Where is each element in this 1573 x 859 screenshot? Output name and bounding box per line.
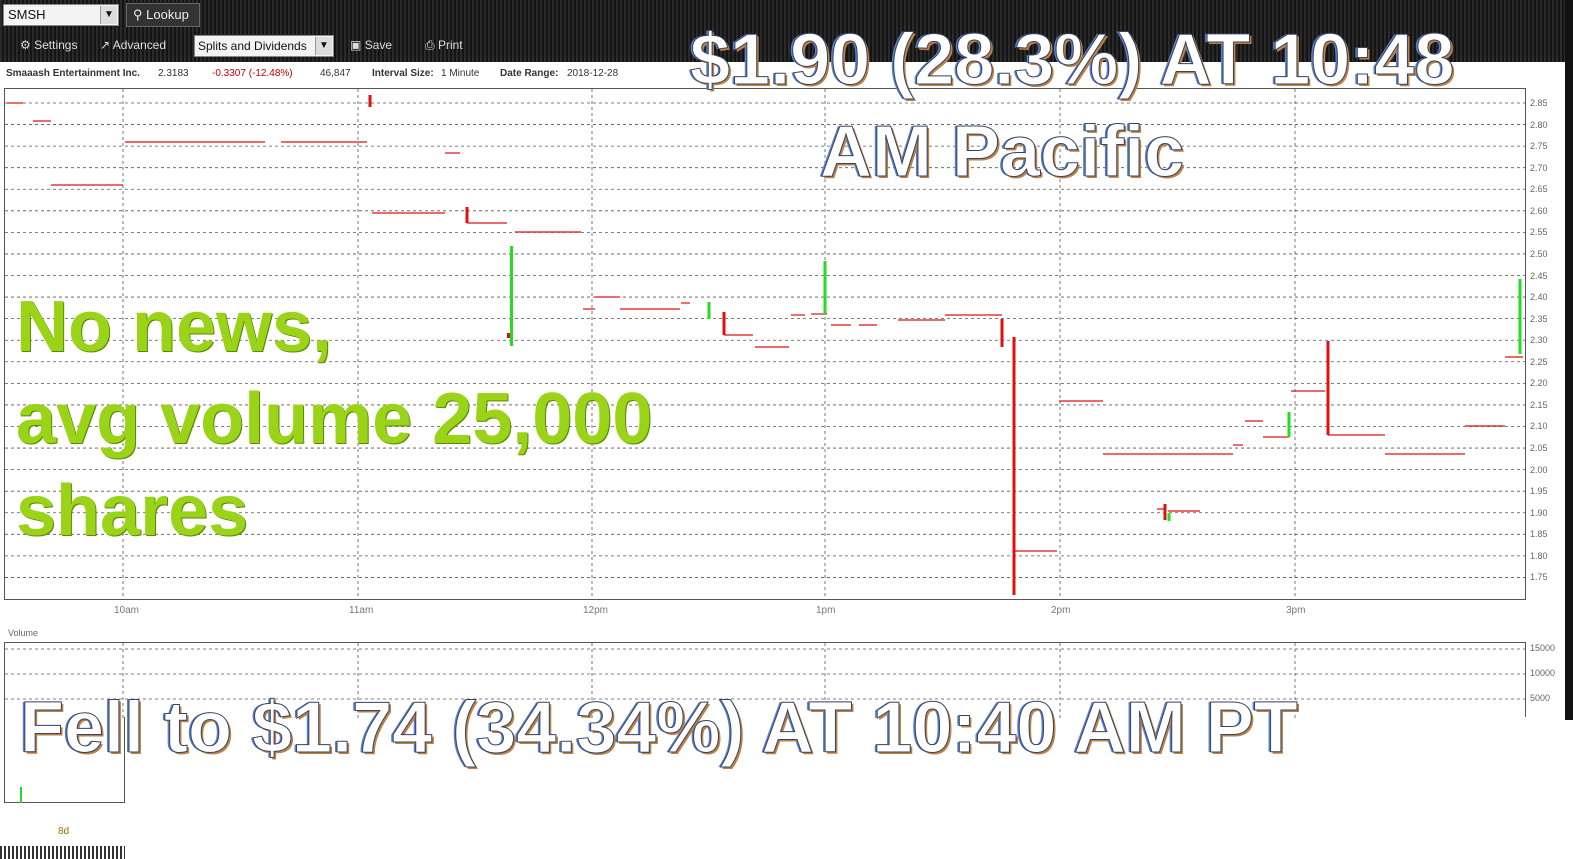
y-tick-label: 2.35 [1530,313,1548,324]
scrollbar[interactable] [1565,0,1573,720]
interval-label: Interval Size: [372,68,434,79]
y-tick-label: 2.85 [1530,98,1548,108]
y-tick-label: 1.90 [1530,507,1548,518]
company-name: Smaaash Entertainment Inc. [6,68,140,79]
y-tick-label: 1.75 [1530,572,1548,583]
y-tick-label: 2.60 [1530,205,1548,216]
chevron-down-icon[interactable]: ▼ [100,6,117,24]
chevron-down-icon[interactable]: ▼ [315,37,332,55]
fall-annotation: Fell to $1.74 (34.34%) AT 10:40 AM PT [20,688,1299,769]
settings-button[interactable]: ⚙ Settings [20,38,77,52]
y-tick-label: 2.45 [1530,270,1548,281]
range-value: 2018-12-28 [567,68,619,79]
x-tick-label: 12pm [583,605,609,616]
y-tick-label: 1.80 [1530,550,1548,561]
x-tick-label: 3pm [1286,605,1306,616]
y-tick-label: 1.85 [1530,529,1548,540]
x-tick-label: 11am [349,605,374,616]
y-tick-label: 2.05 [1530,443,1548,454]
y-tick-label: 1.95 [1530,486,1548,497]
news-annotation-line2: avg volume 25,000 [16,379,653,459]
y-tick-label: 2.75 [1530,141,1548,152]
ticker-select[interactable]: SMSH ▼ [3,4,119,26]
price-change: -0.3307 (-12.48%) [212,68,293,79]
print-icon: ⎙ [425,38,435,52]
range-label: Date Range: [500,68,559,79]
print-button[interactable]: ⎙ Print [425,38,463,53]
y-tick-label: 2.00 [1530,464,1548,475]
last-price: 2.3183 [158,68,189,79]
y-tick-label: 2.40 [1530,292,1548,303]
chart-icon: ↗ [100,38,111,52]
price-candle [507,333,510,338]
save-icon: ▣ [350,38,362,52]
print-label: Print [437,38,463,52]
x-tick-label: 1pm [816,605,836,616]
y-tick-label: 2.10 [1530,421,1548,432]
ticker-value: SMSH [8,7,46,22]
x-tick-label: 2pm [1051,605,1071,616]
y-tick-label: 2.20 [1530,378,1548,389]
y-tick-label: 2.15 [1530,399,1548,410]
advanced-label: Advanced [112,38,167,52]
y-tick-label: 2.70 [1530,162,1548,173]
settings-label: Settings [34,38,78,52]
y-tick-label: 2.65 [1530,184,1548,195]
advanced-button[interactable]: ↗ Advanced [100,38,166,52]
save-button[interactable]: ▣ Save [350,38,392,52]
volume-tick-label: 5000 [1530,693,1551,703]
price-candle [510,246,513,346]
news-annotation-line1: No news, [16,287,333,367]
search-icon: ⚲ [133,7,143,22]
y-tick-label: 2.30 [1530,335,1548,346]
volume-tick-label: 10000 [1530,668,1556,678]
price-annotation-line2: AM Pacific [819,112,1185,193]
lookup-label: Lookup [146,7,189,22]
news-annotation-line3: shares [16,471,249,551]
small-tag: 8d [58,826,70,837]
volume-legend: Volume [8,628,39,638]
y-tick-label: 2.80 [1530,119,1548,130]
x-tick-label: 10am [114,605,140,616]
bottom-strip [0,846,125,859]
lookup-button[interactable]: ⚲ Lookup [126,3,200,27]
splits-select[interactable]: Splits and Dividends ▼ [194,35,334,57]
y-tick-label: 2.55 [1530,227,1548,238]
volume-tick-label: 15000 [1530,643,1556,653]
save-label: Save [364,38,393,52]
y-tick-label: 2.25 [1530,356,1548,367]
volume-value: 46,847 [320,68,351,79]
splits-label: Splits and Dividends [198,39,307,53]
interval-value: 1 Minute [441,68,480,79]
price-annotation-line1: $1.90 (28.3%) AT 10:48 [689,20,1455,101]
gear-icon: ⚙ [20,38,31,52]
y-tick-label: 2.50 [1530,248,1548,259]
